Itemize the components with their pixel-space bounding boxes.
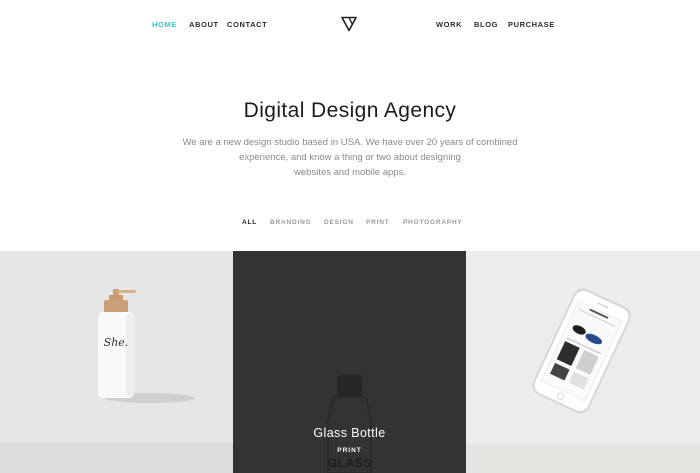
nav-purchase-link[interactable]: PURCHASE xyxy=(508,20,555,29)
portfolio-item-glass-bottle[interactable]: GLASS Glass Bottle PRINT xyxy=(233,251,466,473)
filter-design[interactable]: DESIGN xyxy=(324,219,354,226)
nav-about-link[interactable]: ABOUT xyxy=(189,20,219,29)
portfolio-item-smartphone[interactable] xyxy=(466,251,700,473)
bottle-text: GLASS xyxy=(328,456,372,470)
smartphone-image xyxy=(532,288,631,414)
portfolio-item-category: PRINT xyxy=(337,447,362,454)
filter-print[interactable]: PRINT xyxy=(366,219,390,226)
nav-blog-link[interactable]: BLOG xyxy=(474,20,498,29)
hero-description-line: experience, and know a thing or two abou… xyxy=(239,152,461,163)
filter-branding[interactable]: BRANDING xyxy=(270,219,311,226)
bottle-label-text: She. xyxy=(103,336,129,349)
triangle-logo-icon[interactable] xyxy=(341,16,357,32)
nav-work-link[interactable]: WORK xyxy=(436,20,462,29)
hero-description: We are a new design studio based in USA.… xyxy=(175,135,525,180)
nav-contact-link[interactable]: CONTACT xyxy=(227,20,267,29)
hero-description-line: We are a new design studio based in USA.… xyxy=(182,137,518,148)
nav-home-link[interactable]: HOME xyxy=(152,20,177,29)
soap-bottle-image xyxy=(98,289,195,403)
hero-title: Digital Design Agency xyxy=(243,99,457,122)
filter-all[interactable]: ALL xyxy=(242,219,257,226)
portfolio-item-soap-bottle[interactable]: She. xyxy=(0,251,233,473)
portfolio-item-title: Glass Bottle xyxy=(313,426,386,440)
filter-photography[interactable]: PHOTOGRAPHY xyxy=(403,219,463,226)
hero-description-line: websites and mobile apps. xyxy=(294,167,406,178)
main-nav: HOME ABOUT CONTACT WORK BLOG PURCHASE xyxy=(0,0,700,50)
